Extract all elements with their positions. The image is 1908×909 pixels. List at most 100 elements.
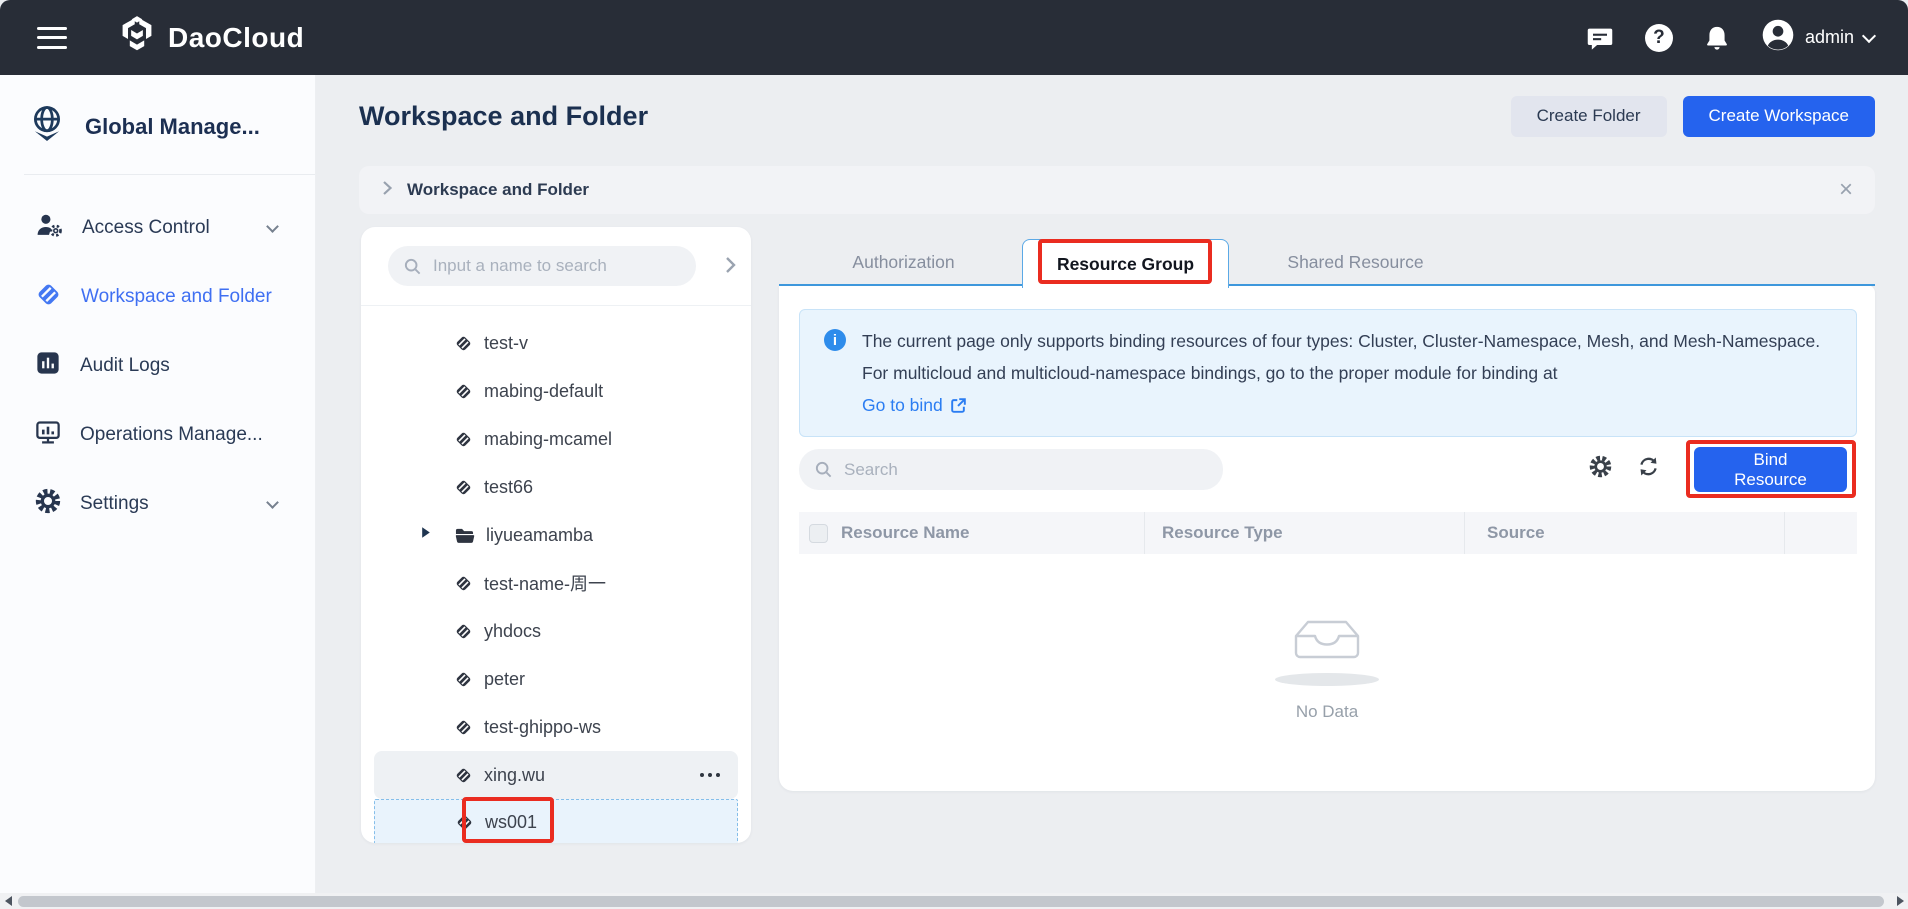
workspace-name: yhdocs xyxy=(484,621,541,642)
detail-tabs: Authorization Resource Group Shared Reso… xyxy=(779,239,1875,286)
empty-inbox-icon xyxy=(1283,615,1371,682)
sidebar-item-label: Operations Manage... xyxy=(80,424,263,446)
list-item[interactable]: mabing-mcamel xyxy=(374,415,738,463)
workspace-search[interactable] xyxy=(388,246,696,286)
empty-state: No Data xyxy=(779,615,1875,722)
bind-resource-button[interactable]: Bind Resource xyxy=(1694,447,1847,492)
bar-chart-icon xyxy=(35,350,61,381)
column-header: Source xyxy=(1487,523,1545,543)
workspace-name: mabing-default xyxy=(484,381,603,402)
empty-icon-shadow xyxy=(1275,673,1379,686)
product-switcher[interactable]: Global Manage... xyxy=(0,75,315,174)
chevron-down-icon xyxy=(266,220,279,233)
list-item[interactable]: liyueamamba xyxy=(374,511,738,559)
sidebar-item-access-control[interactable]: Access Control xyxy=(0,193,315,262)
hamburger-menu-icon[interactable] xyxy=(37,27,67,49)
create-folder-button[interactable]: Create Folder xyxy=(1511,96,1667,137)
sidebar: Global Manage... Access Control xyxy=(0,75,316,909)
panel-collapse-chevron-icon[interactable] xyxy=(723,254,737,281)
workspace-name: test66 xyxy=(484,477,533,498)
close-icon[interactable]: × xyxy=(1839,178,1853,202)
breadcrumb-label: Workspace and Folder xyxy=(407,180,589,200)
chat-icon[interactable] xyxy=(1585,24,1615,52)
workspace-icon xyxy=(454,478,473,497)
workspace-name: xing.wu xyxy=(484,765,545,786)
resource-search-input[interactable] xyxy=(842,459,1223,481)
list-item[interactable]: test-ghippo-ws xyxy=(374,703,738,751)
search-icon xyxy=(814,460,833,479)
table-settings-gear-icon[interactable] xyxy=(1589,455,1612,483)
external-link-icon xyxy=(950,397,967,414)
resource-search[interactable] xyxy=(799,449,1223,490)
scrollbar-thumb[interactable] xyxy=(18,896,1884,907)
resource-group-panel: i The current page only supports binding… xyxy=(779,285,1875,791)
refresh-icon[interactable] xyxy=(1637,455,1660,483)
workspace-tree-panel: test-v mabing-default mabing-mcamel test… xyxy=(361,227,751,843)
select-all-checkbox[interactable] xyxy=(809,524,828,543)
tab-resource-group[interactable]: Resource Group xyxy=(1022,239,1229,288)
workspace-icon xyxy=(454,574,473,593)
sidebar-item-label: Workspace and Folder xyxy=(81,286,272,308)
folder-name: liyueamamba xyxy=(486,525,593,546)
column-header: Resource Type xyxy=(1162,523,1283,543)
tab-shared-resource[interactable]: Shared Resource xyxy=(1252,239,1459,286)
globe-icon xyxy=(27,103,67,150)
scroll-left-arrow-icon[interactable] xyxy=(0,893,16,909)
caret-right-icon[interactable] xyxy=(421,526,431,544)
user-menu[interactable]: admin xyxy=(1761,18,1874,57)
list-item[interactable]: yhdocs xyxy=(374,607,738,655)
sidebar-item-label: Settings xyxy=(80,493,149,515)
info-alert: i The current page only supports binding… xyxy=(799,309,1857,437)
list-item[interactable]: test66 xyxy=(374,463,738,511)
sidebar-item-label: Audit Logs xyxy=(80,355,170,377)
workspace-search-input[interactable] xyxy=(431,255,696,277)
user-gear-icon xyxy=(35,212,63,243)
workspace-name: mabing-mcamel xyxy=(484,429,612,450)
sidebar-item-label: Access Control xyxy=(82,217,210,239)
daocloud-cube-icon xyxy=(119,15,155,60)
topbar-actions: ? admin xyxy=(1585,18,1908,57)
topbar: DaoCloud ? xyxy=(0,0,1908,75)
list-item[interactable]: test-name-周一 xyxy=(374,559,738,607)
sidebar-item-settings[interactable]: Settings xyxy=(0,469,315,538)
list-item[interactable]: peter xyxy=(374,655,738,703)
brand-name: DaoCloud xyxy=(168,22,304,54)
page-header: Workspace and Folder Create Folder Creat… xyxy=(359,90,1875,142)
go-to-bind-link[interactable]: Go to bind xyxy=(862,389,967,421)
brand-logo[interactable]: DaoCloud xyxy=(119,15,304,60)
breadcrumb: Workspace and Folder × xyxy=(359,166,1875,214)
workspace-icon xyxy=(454,622,473,641)
alert-text: The current page only supports binding r… xyxy=(862,331,1820,383)
sidebar-item-workspace-and-folder[interactable]: Workspace and Folder xyxy=(0,262,315,331)
gear-icon xyxy=(35,488,61,519)
help-icon[interactable]: ? xyxy=(1645,24,1673,52)
chevron-right-icon xyxy=(381,179,393,202)
chevron-down-icon xyxy=(266,496,279,509)
scroll-right-arrow-icon[interactable] xyxy=(1892,893,1908,909)
more-icon[interactable] xyxy=(700,773,720,777)
go-to-bind-label: Go to bind xyxy=(862,389,943,421)
scrollbar-track[interactable] xyxy=(16,893,1892,909)
sidebar-item-audit-logs[interactable]: Audit Logs xyxy=(0,331,315,400)
sidebar-item-operations-manage[interactable]: Operations Manage... xyxy=(0,400,315,469)
workspace-list: test-v mabing-default mabing-mcamel test… xyxy=(361,306,751,843)
page-title: Workspace and Folder xyxy=(359,101,648,132)
workspace-name: test-name-周一 xyxy=(484,570,606,596)
list-item[interactable]: test-v xyxy=(374,319,738,367)
list-item-selected[interactable]: ws001 xyxy=(374,799,738,843)
bell-icon[interactable] xyxy=(1703,23,1731,53)
workspace-icon xyxy=(454,766,473,785)
tab-underline xyxy=(779,284,1875,286)
tab-authorization[interactable]: Authorization xyxy=(800,239,1007,286)
list-item[interactable]: mabing-default xyxy=(374,367,738,415)
chevron-down-icon xyxy=(1862,28,1876,42)
list-item-hovered[interactable]: xing.wu xyxy=(374,751,738,799)
create-workspace-button[interactable]: Create Workspace xyxy=(1683,96,1875,137)
workspace-diamond-icon xyxy=(35,281,62,313)
sidebar-menu: Access Control Workspace and Folder xyxy=(0,175,315,538)
workspace-name: ws001 xyxy=(485,812,537,833)
folder-icon xyxy=(454,526,475,545)
horizontal-scrollbar[interactable] xyxy=(0,893,1908,909)
monitor-chart-icon xyxy=(35,419,61,450)
workspace-icon xyxy=(454,382,473,401)
